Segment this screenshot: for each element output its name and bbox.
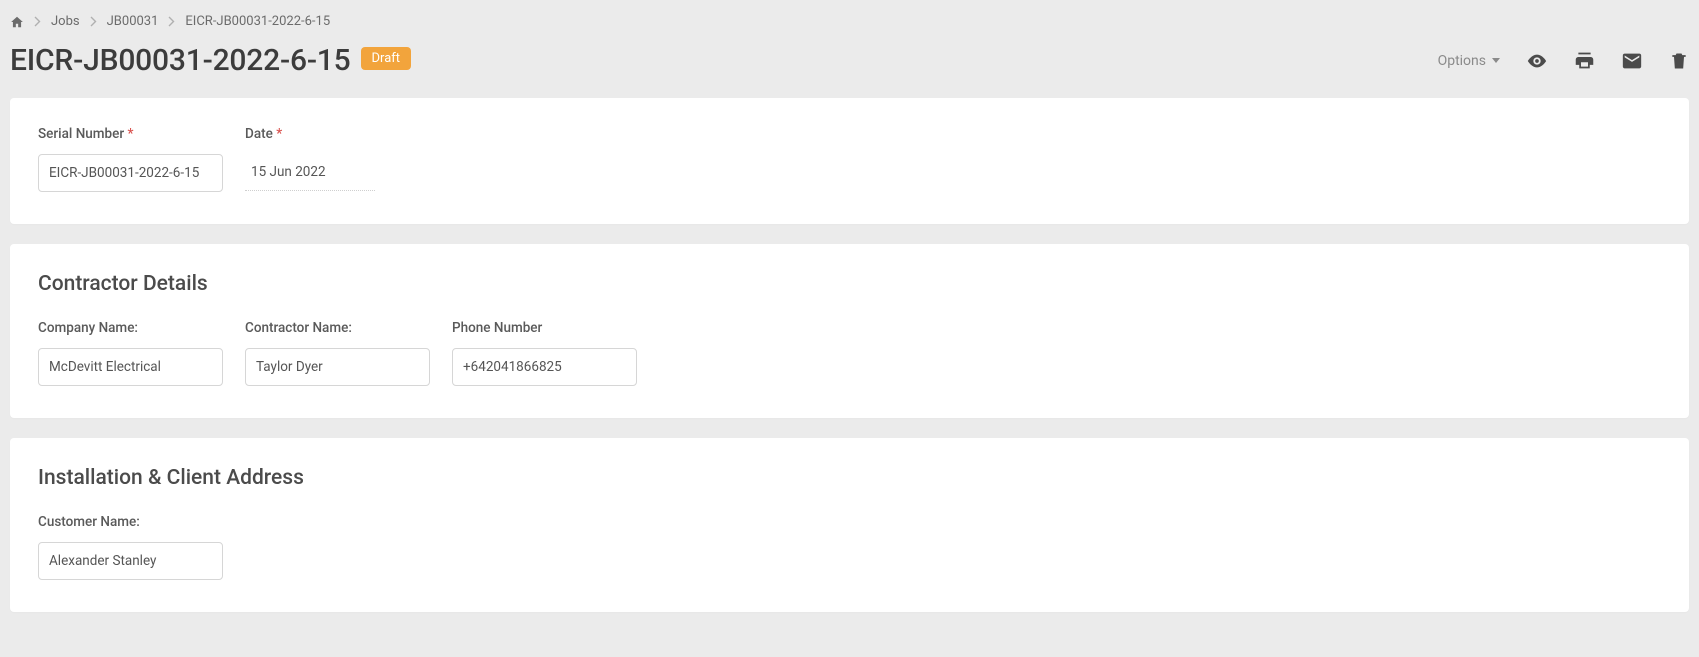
caret-down-icon <box>1492 58 1500 63</box>
phone-number-input[interactable] <box>452 348 637 386</box>
email-button[interactable] <box>1621 50 1643 72</box>
customer-name-label: Customer Name: <box>38 514 223 530</box>
breadcrumb: Jobs JB00031 EICR-JB00031-2022-6-15 <box>0 0 1699 43</box>
company-name-label: Company Name: <box>38 320 223 336</box>
breadcrumb-home[interactable] <box>10 15 24 29</box>
options-dropdown[interactable]: Options <box>1438 53 1500 69</box>
company-name-input[interactable] <box>38 348 223 386</box>
company-name-group: Company Name: <box>38 320 223 386</box>
serial-number-label: Serial Number * <box>38 126 223 142</box>
date-field[interactable]: 15 Jun 2022 <box>245 154 375 191</box>
delete-button[interactable] <box>1669 51 1689 71</box>
chevron-right-icon <box>34 16 41 27</box>
breadcrumb-current: EICR-JB00031-2022-6-15 <box>185 14 330 29</box>
phone-number-label: Phone Number <box>452 320 637 336</box>
date-label: Date * <box>245 126 430 142</box>
basic-details-card: Serial Number * Date * 15 Jun 2022 <box>10 98 1689 224</box>
contractor-name-label: Contractor Name: <box>245 320 430 336</box>
serial-number-group: Serial Number * <box>38 126 223 192</box>
chevron-right-icon <box>90 16 97 27</box>
customer-name-group: Customer Name: <box>38 514 223 580</box>
installation-heading: Installation & Client Address <box>38 466 1661 490</box>
preview-button[interactable] <box>1526 50 1548 72</box>
trash-icon <box>1669 51 1689 71</box>
contractor-name-group: Contractor Name: <box>245 320 430 386</box>
chevron-right-icon <box>168 16 175 27</box>
page-actions: Options <box>1438 50 1689 72</box>
phone-number-group: Phone Number <box>452 320 637 386</box>
serial-number-input[interactable] <box>38 154 223 192</box>
installation-address-card: Installation & Client Address Customer N… <box>10 438 1689 612</box>
status-badge: Draft <box>361 47 412 70</box>
eye-icon <box>1526 50 1548 72</box>
contractor-details-card: Contractor Details Company Name: Contrac… <box>10 244 1689 418</box>
print-icon <box>1574 50 1595 71</box>
customer-name-input[interactable] <box>38 542 223 580</box>
email-icon <box>1621 50 1643 72</box>
page-title: EICR-JB00031-2022-6-15 <box>10 43 351 78</box>
breadcrumb-job-id[interactable]: JB00031 <box>107 14 159 29</box>
date-group: Date * 15 Jun 2022 <box>245 126 430 192</box>
breadcrumb-jobs[interactable]: Jobs <box>51 14 80 29</box>
page-header: EICR-JB00031-2022-6-15 Draft Options <box>0 43 1699 98</box>
print-button[interactable] <box>1574 50 1595 71</box>
home-icon <box>10 15 24 29</box>
contractor-heading: Contractor Details <box>38 272 1661 296</box>
options-label: Options <box>1438 53 1486 69</box>
contractor-name-input[interactable] <box>245 348 430 386</box>
